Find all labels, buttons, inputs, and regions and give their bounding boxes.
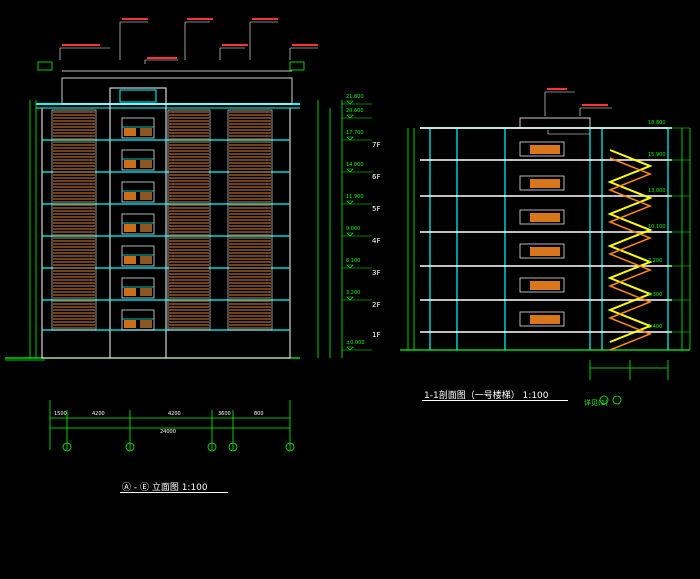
elevation-level-label: 6.100	[346, 258, 361, 264]
elevation-floor-label: 5F	[372, 205, 381, 213]
elevation-level-label: 14.800	[346, 162, 364, 168]
elevation-floor-label: 7F	[372, 141, 381, 149]
overall-dimension: 24000	[160, 429, 176, 435]
section-level-label: 7.200	[648, 258, 663, 264]
section-drawing	[400, 88, 691, 405]
section-detail-label: 详见(1)	[584, 399, 608, 407]
section-level-label: 10.100	[648, 224, 666, 230]
elevation-level-label: ±0.000	[346, 340, 365, 346]
elevation-floor-label: 4F	[372, 237, 381, 245]
elevation-level-label: 11.900	[346, 194, 364, 200]
elevation-level-label: 3.200	[346, 290, 361, 296]
bay-dimension-label: 800	[254, 411, 264, 417]
bay-dimension-label: 1500	[54, 411, 67, 417]
elevation-floor-label: 3F	[372, 269, 381, 277]
bay-dimension-label: 3600	[218, 411, 231, 417]
elevation-level-label: 9.000	[346, 226, 361, 232]
elevation-drawing	[5, 18, 372, 452]
elevation-level-label: 20.600	[346, 108, 364, 114]
elevation-floor-label: 1F	[372, 331, 381, 339]
section-level-label: 15.900	[648, 152, 666, 158]
section-title-underline	[422, 400, 568, 401]
elevation-level-label: 21.800	[346, 94, 364, 100]
bay-dimension-label: 4200	[92, 411, 105, 417]
section-level-label: 1.400	[648, 324, 663, 330]
section-level-label: 4.300	[648, 292, 663, 298]
section-level-label: 13.000	[648, 188, 666, 194]
elevation-level-label: 17.700	[346, 130, 364, 136]
elevation-title-underline	[120, 492, 228, 493]
elevation-floor-label: 2F	[372, 301, 381, 309]
bay-dimension-label: 4200	[168, 411, 181, 417]
section-level-label: 18.800	[648, 120, 666, 126]
elevation-floor-label: 6F	[372, 173, 381, 181]
